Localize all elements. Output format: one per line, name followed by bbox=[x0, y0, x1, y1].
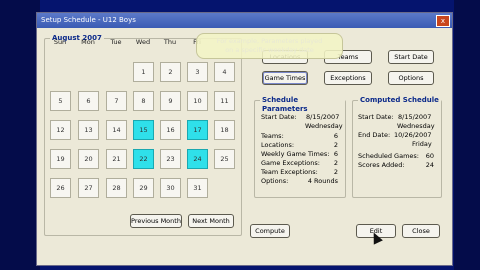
calendar-day[interactable]: 27 bbox=[78, 178, 99, 198]
param-value: 6 bbox=[333, 150, 338, 158]
param-start-date-label: Start Date: bbox=[261, 113, 297, 121]
window-title: Setup Schedule - U12 Boys bbox=[41, 16, 136, 24]
calendar-day[interactable]: 21 bbox=[106, 149, 127, 169]
calendar-day[interactable]: 23 bbox=[160, 149, 181, 169]
calendar-day[interactable]: 25 bbox=[214, 149, 235, 169]
tooltip-line-2: on a specific weekday date bbox=[225, 46, 314, 54]
param-value: 2 bbox=[333, 141, 338, 149]
computed-label: Scores Added: bbox=[358, 161, 405, 169]
param-value: 6 bbox=[333, 132, 338, 140]
computed-end-date-value: 10/26/2007 bbox=[394, 131, 432, 139]
param-value: 2 bbox=[333, 168, 338, 176]
calendar-day[interactable]: 20 bbox=[78, 149, 99, 169]
weekday-label: Wed bbox=[135, 38, 151, 46]
compute-button[interactable]: Compute bbox=[250, 224, 290, 238]
next-month-button[interactable]: Next Month bbox=[188, 214, 234, 228]
computed-start-date-label: Start Date: bbox=[358, 113, 394, 121]
game-times-button[interactable]: Game Times bbox=[262, 71, 308, 85]
help-tooltip: For example, Parameters played on a spec… bbox=[196, 33, 343, 59]
calendar-day[interactable]: 8 bbox=[133, 91, 154, 111]
calendar-day[interactable]: 18 bbox=[214, 120, 235, 140]
calendar-day[interactable]: 19 bbox=[50, 149, 71, 169]
calendar-day[interactable]: 24 bbox=[187, 149, 208, 169]
computed-end-date-label: End Date: bbox=[358, 131, 391, 139]
param-label: Game Exceptions: bbox=[261, 159, 320, 167]
param-label: Locations: bbox=[261, 141, 295, 149]
title-bar: Setup Schedule - U12 Boys x bbox=[37, 13, 452, 28]
calendar-day[interactable]: 3 bbox=[187, 62, 208, 82]
calendar-day[interactable]: 10 bbox=[187, 91, 208, 111]
calendar-day[interactable]: 31 bbox=[187, 178, 208, 198]
schedule-parameters-label: Schedule Parameters bbox=[260, 96, 345, 114]
calendar-day[interactable]: 2 bbox=[160, 62, 181, 82]
calendar-day[interactable]: 1 bbox=[133, 62, 154, 82]
exceptions-button[interactable]: Exceptions bbox=[324, 71, 372, 85]
calendar-day[interactable]: 4 bbox=[214, 62, 235, 82]
calendar-day[interactable]: 14 bbox=[106, 120, 127, 140]
close-button[interactable]: Close bbox=[402, 224, 440, 238]
calendar-day[interactable]: 13 bbox=[78, 120, 99, 140]
computed-value: 24 bbox=[425, 161, 434, 169]
param-start-date-value: 8/15/2007 bbox=[306, 113, 340, 121]
calendar-day[interactable]: 30 bbox=[160, 178, 181, 198]
param-label: Weekly Game Times: bbox=[261, 150, 330, 158]
options-button[interactable]: Options bbox=[388, 71, 434, 85]
close-window-icon[interactable]: x bbox=[436, 15, 450, 27]
weekday-label: Sun bbox=[53, 38, 67, 46]
param-label: Options: bbox=[261, 177, 289, 185]
computed-schedule-label: Computed Schedule bbox=[358, 96, 441, 105]
calendar-day[interactable]: 7 bbox=[106, 91, 127, 111]
background-left bbox=[0, 0, 40, 270]
calendar-day[interactable]: 9 bbox=[160, 91, 181, 111]
calendar-day[interactable]: 11 bbox=[214, 91, 235, 111]
previous-month-button[interactable]: Previous Month bbox=[130, 214, 182, 228]
computed-end-weekday: Friday bbox=[412, 140, 432, 148]
calendar-day[interactable]: 6 bbox=[78, 91, 99, 111]
calendar-day[interactable]: 26 bbox=[50, 178, 71, 198]
calendar-day[interactable]: 29 bbox=[133, 178, 154, 198]
calendar-day[interactable]: 5 bbox=[50, 91, 71, 111]
weekday-label: Mon bbox=[81, 38, 95, 46]
calendar-day[interactable]: 16 bbox=[160, 120, 181, 140]
param-label: Team Exceptions: bbox=[261, 168, 318, 176]
calendar-day[interactable]: 22 bbox=[133, 149, 154, 169]
calendar-day[interactable]: 12 bbox=[50, 120, 71, 140]
calendar-day[interactable]: 28 bbox=[106, 178, 127, 198]
computed-start-weekday: Wednesday bbox=[397, 122, 435, 130]
start-date-button[interactable]: Start Date bbox=[388, 50, 434, 64]
param-start-weekday: Wednesday bbox=[305, 122, 343, 130]
weekday-label: Tue bbox=[110, 38, 122, 46]
background-right bbox=[454, 0, 480, 270]
calendar-day[interactable]: 17 bbox=[187, 120, 208, 140]
calendar-day[interactable]: 15 bbox=[133, 120, 154, 140]
weekday-label: Thu bbox=[163, 38, 177, 46]
computed-start-date-value: 8/15/2007 bbox=[398, 113, 432, 121]
param-value: 2 bbox=[333, 159, 338, 167]
param-value: 4 Rounds bbox=[307, 177, 338, 185]
computed-label: Scheduled Games: bbox=[358, 152, 419, 160]
tooltip-line-1: For example, Parameters played bbox=[216, 37, 323, 45]
computed-value: 60 bbox=[425, 152, 434, 160]
param-label: Teams: bbox=[261, 132, 284, 140]
